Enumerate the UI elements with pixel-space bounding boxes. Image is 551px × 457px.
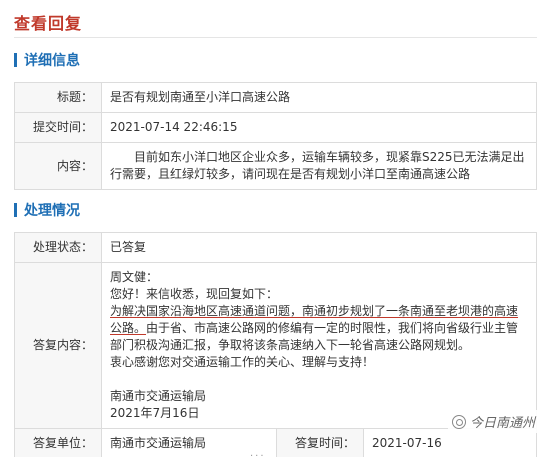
watermark: 今日南通州 bbox=[447, 410, 539, 433]
footer-text: ... bbox=[250, 448, 266, 457]
section-accent-bar bbox=[14, 53, 17, 67]
section-accent-bar bbox=[14, 203, 17, 217]
submit-time-label: 提交时间： bbox=[14, 112, 102, 143]
handling-section-label: 处理情况 bbox=[24, 203, 80, 219]
title-label: 标题： bbox=[14, 82, 102, 113]
watermark-text: 今日南通州 bbox=[469, 416, 535, 431]
reply-paragraph: 为解决国家沿海地区高速通道问题，南通初步规划了一条南通至老坝港的高速公路。由于省… bbox=[110, 303, 528, 354]
detail-section-heading: 详细信息 bbox=[14, 50, 80, 70]
reply-intro: 您好！来信收悉，现回复如下： bbox=[110, 287, 279, 301]
table-row: 提交时间： 2021-07-14 22:46:15 bbox=[14, 112, 537, 143]
page-title: 查看回复 bbox=[14, 14, 83, 33]
status-value: 已答复 bbox=[101, 232, 537, 263]
content-value: 目前如东小洋口地区企业众多，运输车辆较多，现紧靠S225已无法满足出行需要，且红… bbox=[110, 150, 525, 181]
handling-section-heading: 处理情况 bbox=[14, 200, 80, 220]
wechat-channel-icon bbox=[451, 414, 466, 429]
detail-section-label: 详细信息 bbox=[24, 53, 80, 69]
status-label: 处理状态： bbox=[14, 232, 102, 263]
table-row: 内容： 目前如东小洋口地区企业众多，运输车辆较多，现紧靠S225已无法满足出行需… bbox=[14, 142, 537, 190]
reply-time-label: 答复时间： bbox=[276, 428, 364, 457]
reply-content: 周文健： 您好！来信收悉，现回复如下： 为解决国家沿海地区高速通道问题，南通初步… bbox=[101, 262, 537, 429]
title-divider bbox=[14, 37, 537, 38]
table-row: 答复内容： 周文健： 您好！来信收悉，现回复如下： 为解决国家沿海地区高速通道问… bbox=[14, 262, 537, 429]
reply-label: 答复内容： bbox=[14, 262, 102, 429]
content-label: 内容： bbox=[14, 142, 102, 190]
title-value: 是否有规划南通至小洋口高速公路 bbox=[101, 82, 537, 113]
reply-greeting: 周文健： bbox=[110, 270, 159, 284]
reply-unit-label: 答复单位： bbox=[14, 428, 102, 457]
reply-body-text: 由于省、市高速公路网的修编有一定的时限性，我们将向省级行业主管部门积极沟通汇报，… bbox=[110, 321, 519, 352]
detail-table: 标题： 是否有规划南通至小洋口高速公路 提交时间： 2021-07-14 22:… bbox=[14, 82, 537, 190]
table-row: 处理状态： 已答复 bbox=[14, 232, 537, 263]
content-cell: 目前如东小洋口地区企业众多，运输车辆较多，现紧靠S225已无法满足出行需要，且红… bbox=[101, 142, 537, 190]
reply-thanks: 衷心感谢您对交通运输工作的关心、理解与支持！ bbox=[110, 355, 375, 369]
submit-time-value: 2021-07-14 22:46:15 bbox=[101, 112, 537, 143]
reply-signature: 南通市交通运输局 bbox=[110, 389, 207, 403]
table-row: 标题： 是否有规划南通至小洋口高速公路 bbox=[14, 82, 537, 113]
